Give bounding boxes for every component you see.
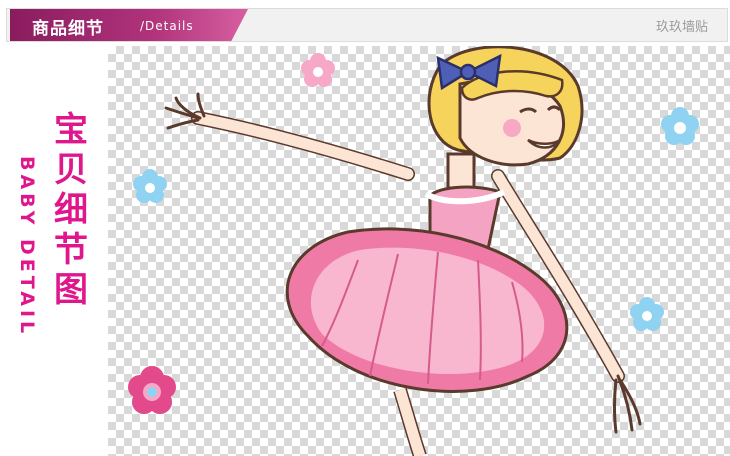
header: 商品细节 /Details 玖玖墙贴 — [0, 0, 730, 46]
sidebar-title-en: BABY DETAIL — [16, 156, 38, 338]
flower-icon — [630, 297, 664, 331]
sidebar-title-cn: 宝贝细节图 — [54, 110, 88, 310]
header-title: 商品细节 — [32, 19, 104, 39]
brand-name: 玖玖墙贴 — [655, 20, 708, 35]
flower-icon — [128, 366, 176, 414]
flower-icon — [133, 169, 167, 203]
flower-icon — [301, 53, 335, 87]
flower-icon — [661, 107, 699, 145]
illustration-canvas — [108, 46, 730, 456]
header-subtitle: /Details — [140, 19, 194, 33]
ballerina-girl-illustration — [128, 46, 699, 456]
sidebar: BABY DETAIL 宝贝细节图 — [0, 46, 108, 456]
